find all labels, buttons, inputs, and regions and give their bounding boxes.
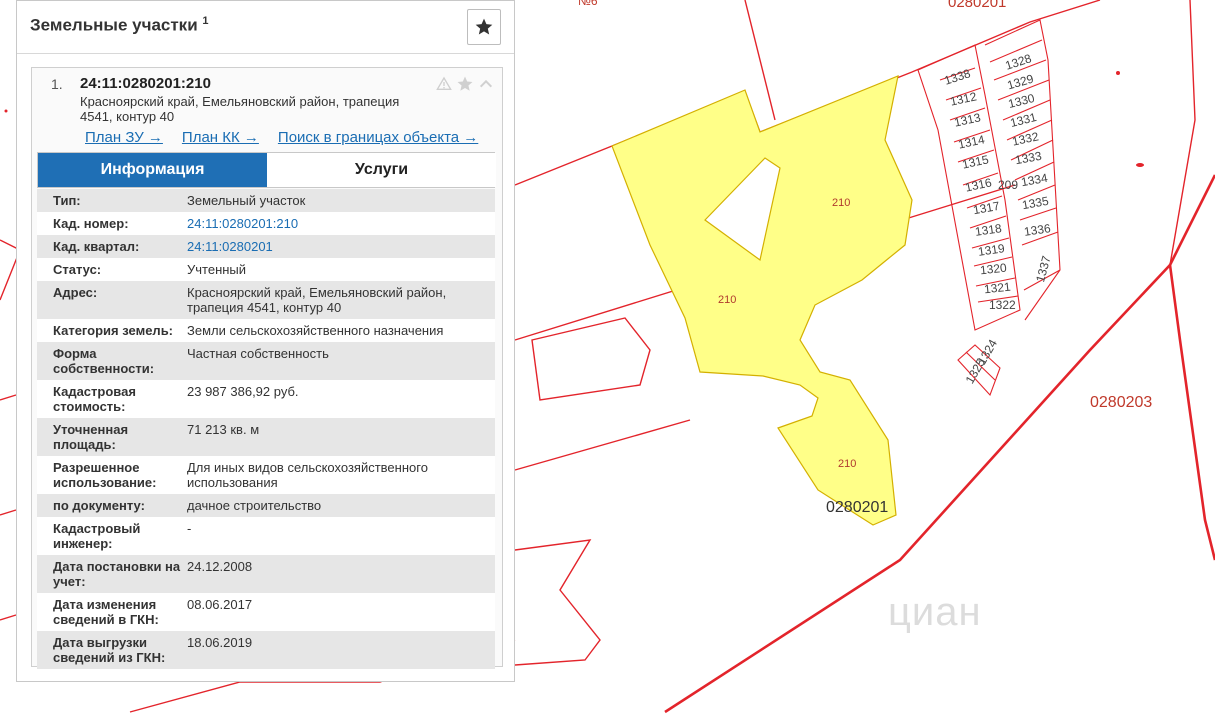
- info-row-key: Кадастровый инженер:: [53, 521, 141, 551]
- info-row-link[interactable]: 24:11:0280201:210: [187, 216, 495, 231]
- info-row-key: Тип:: [53, 193, 81, 208]
- info-row-value: -: [187, 521, 192, 536]
- info-row: Дата изменения сведений в ГКН: 08.06.2017: [37, 593, 495, 631]
- panel-header: Земельные участки 1: [17, 1, 514, 54]
- info-row-key: Разрешенное использование:: [53, 460, 157, 490]
- info-row-key: по документу:: [53, 498, 145, 513]
- star-icon[interactable]: [456, 75, 474, 93]
- info-row-value: 08.06.2017: [187, 597, 253, 612]
- info-row-value: 18.06.2019: [187, 635, 253, 650]
- item-address: Красноярский край, Емельяновский район, …: [80, 94, 400, 124]
- plan-zu-link[interactable]: План ЗУ →: [85, 129, 163, 146]
- info-row: Кад. номер: 24:11:0280201:210: [37, 212, 495, 235]
- cad-number-title[interactable]: 24:11:0280201:210: [80, 75, 211, 92]
- info-row: Форма собственности: Частная собственност…: [37, 342, 495, 380]
- panel-title-count: 1: [202, 15, 209, 27]
- card-tabs: Информация Услуги: [37, 152, 496, 188]
- quarter-label: 0280201: [826, 499, 889, 516]
- info-row-value: дачное строительство: [187, 498, 322, 513]
- subplot-label: 1322: [989, 298, 1016, 312]
- edge-fragment-label: №6: [578, 0, 598, 8]
- info-row-value: Красноярский край, Емельяновский район, …: [187, 285, 447, 315]
- info-row-value: Земельный участок: [187, 193, 306, 208]
- watermark-logo: циан: [888, 590, 982, 634]
- quarter-label: 0280201: [948, 0, 1007, 11]
- info-row: Дата выгрузки сведений из ГКН: 18.06.2019: [37, 631, 495, 669]
- panel-title-text: Земельные участки: [30, 15, 198, 35]
- info-row: Адрес: Красноярский край, Емельяновский р…: [37, 281, 495, 319]
- panel-title: Земельные участки 1: [30, 15, 209, 36]
- info-row: Категория земель: Земли сельскохозяйствен…: [37, 319, 495, 342]
- object-links: План ЗУ → План КК → Поиск в границах объ…: [85, 129, 478, 146]
- info-row: Кад. квартал: 24:11:0280201: [37, 235, 495, 258]
- info-row-value: 23 987 386,92 руб.: [187, 384, 299, 399]
- card-actions: [436, 75, 494, 93]
- info-row-key: Категория земель:: [53, 323, 174, 338]
- land-plots-panel: Земельные участки 1 1. 24:11:0280201:210…: [16, 0, 515, 682]
- plot-card: 1. 24:11:0280201:210 Красноярский край, …: [31, 67, 503, 669]
- info-row: Разрешенное использование: Для иных видов…: [37, 456, 495, 494]
- plot-label: 210: [838, 458, 857, 470]
- info-row-value: 24.12.2008: [187, 559, 253, 574]
- plot-label: 210: [718, 294, 737, 306]
- quarter-label: 0280203: [1090, 394, 1153, 411]
- info-row: по документу: дачное строительство: [37, 494, 495, 517]
- info-row-value: Земли сельскохозяйственного назначения: [187, 323, 444, 338]
- info-row-key: Кадастровая стоимость:: [53, 384, 136, 414]
- info-row-key: Кад. квартал:: [53, 239, 140, 254]
- plot-label: 210: [832, 197, 851, 209]
- chevron-up-icon[interactable]: [478, 76, 494, 92]
- info-row-link[interactable]: 24:11:0280201: [187, 239, 495, 254]
- tab-information[interactable]: Информация: [38, 153, 267, 187]
- info-row-key: Дата изменения сведений в ГКН:: [53, 597, 159, 627]
- search-in-bounds-link[interactable]: Поиск в границах объекта →: [278, 129, 478, 146]
- subplot-label: 1321: [983, 279, 1012, 297]
- info-row: Дата постановки на учет: 24.12.2008: [37, 555, 495, 593]
- info-table: Тип: Земельный участок Кад. номер: 24:11:02…: [37, 189, 495, 669]
- info-row: Тип: Земельный участок: [37, 189, 495, 212]
- tab-services[interactable]: Услуги: [267, 153, 496, 187]
- info-row: Кадастровая стоимость: 23 987 386,92 руб.: [37, 380, 495, 418]
- info-row-value: Для иных видов сельскохозяйственного исп…: [187, 460, 428, 490]
- info-row: Кадастровый инженер: -: [37, 517, 495, 555]
- item-number: 1.: [51, 76, 63, 92]
- info-row-key: Форма собственности:: [53, 346, 155, 376]
- warning-icon[interactable]: [436, 76, 452, 92]
- info-row: Уточненная площадь: 71 213 кв. м: [37, 418, 495, 456]
- subplot-label: 1320: [979, 260, 1008, 278]
- info-row-key: Адрес:: [53, 285, 98, 300]
- info-row-key: Дата выгрузки сведений из ГКН:: [53, 635, 166, 665]
- favorite-button[interactable]: [467, 9, 501, 45]
- info-row-key: Кад. номер:: [53, 216, 129, 231]
- info-row-value: Учтенный: [187, 262, 247, 277]
- info-row-key: Дата постановки на учет:: [53, 559, 181, 589]
- info-row-key: Уточненная площадь:: [53, 422, 129, 452]
- star-icon: [475, 18, 493, 35]
- info-row-key: Статус:: [53, 262, 102, 277]
- info-row-value: 71 213 кв. м: [187, 422, 260, 437]
- plan-kk-link[interactable]: План КК →: [182, 129, 259, 146]
- plot-label: 209: [998, 178, 1019, 192]
- info-row-value: Частная собственность: [187, 346, 329, 361]
- plot-210-shape[interactable]: [611, 75, 913, 526]
- info-row: Статус: Учтенный: [37, 258, 495, 281]
